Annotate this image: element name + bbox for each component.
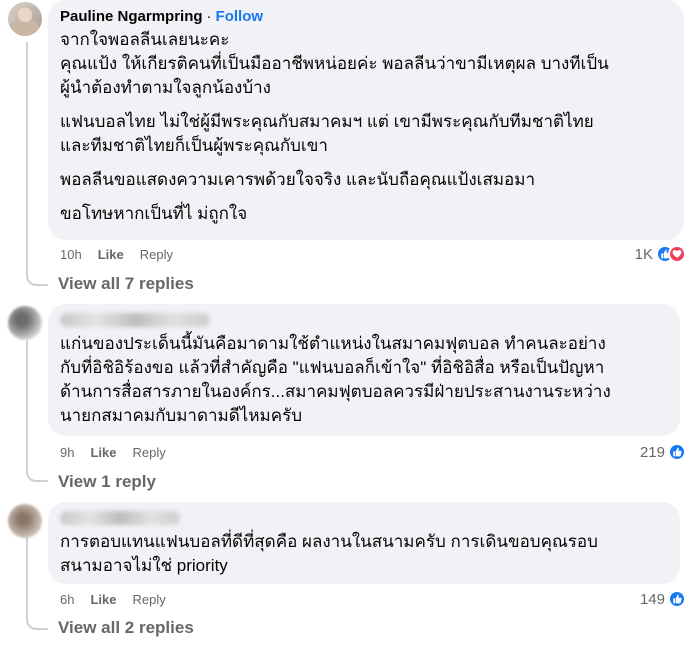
like-button[interactable]: Like bbox=[90, 592, 116, 607]
comment-paragraph: การตอบแทนแฟนบอลที่ดีที่สุดคือ ผลงานในสนา… bbox=[60, 532, 598, 575]
comment-actions: 10h Like Reply bbox=[60, 247, 173, 262]
reaction-summary[interactable]: 219 bbox=[640, 443, 686, 461]
thread-elbow bbox=[26, 272, 48, 286]
comment-paragraph: จากใจพอลลีนเลยนะคะ คุณแป้ง ให้เกียรติคนท… bbox=[60, 30, 609, 97]
author-row bbox=[60, 508, 668, 528]
thread-elbow bbox=[26, 616, 48, 630]
avatar[interactable] bbox=[8, 504, 42, 538]
timestamp[interactable]: 10h bbox=[60, 247, 82, 262]
like-button[interactable]: Like bbox=[98, 247, 124, 262]
avatar[interactable] bbox=[8, 306, 42, 340]
like-reaction-icon bbox=[668, 443, 686, 461]
reply-button[interactable]: Reply bbox=[132, 592, 165, 607]
view-replies-link[interactable]: View 1 reply bbox=[58, 472, 156, 492]
like-reaction-icon bbox=[668, 590, 686, 608]
view-replies-link[interactable]: View all 2 replies bbox=[58, 618, 194, 638]
reaction-summary[interactable]: 1K bbox=[635, 245, 686, 263]
reply-button[interactable]: Reply bbox=[132, 445, 165, 460]
comment-actions: 9h Like Reply bbox=[60, 445, 166, 460]
comment-text: แก่นของประเด็นนี้มันคือมาดามใช้ตำแหน่งใน… bbox=[60, 332, 668, 428]
reaction-count: 1K bbox=[634, 245, 653, 263]
thread-elbow bbox=[26, 468, 48, 482]
author-row: Pauline Ngarmpring · Follow bbox=[60, 6, 672, 26]
comment-text: จากใจพอลลีนเลยนะคะ คุณแป้ง ให้เกียรติคนท… bbox=[60, 28, 672, 226]
author-row bbox=[60, 310, 668, 330]
reply-button[interactable]: Reply bbox=[140, 247, 173, 262]
like-button[interactable]: Like bbox=[90, 445, 116, 460]
avatar[interactable] bbox=[8, 2, 42, 36]
view-replies-link[interactable]: View all 7 replies bbox=[58, 274, 194, 294]
comment-paragraph: แฟนบอลไทย ไม่ใช่ผู้มีพระคุณกับสมาคมฯ แต่… bbox=[60, 112, 594, 155]
comment-bubble: แก่นของประเด็นนี้มันคือมาดามใช้ตำแหน่งใน… bbox=[48, 304, 680, 436]
author-name-blurred[interactable] bbox=[60, 313, 210, 327]
comment-bubble: Pauline Ngarmpring · Follow จากใจพอลลีนเ… bbox=[48, 0, 684, 240]
comment-paragraph: แก่นของประเด็นนี้มันคือมาดามใช้ตำแหน่งใน… bbox=[60, 334, 611, 425]
timestamp[interactable]: 6h bbox=[60, 592, 74, 607]
timestamp[interactable]: 9h bbox=[60, 445, 74, 460]
reaction-count: 149 bbox=[639, 590, 665, 608]
comment-actions: 6h Like Reply bbox=[60, 592, 166, 607]
love-reaction-icon bbox=[668, 245, 686, 263]
reaction-count: 219 bbox=[639, 443, 665, 461]
author-name-blurred[interactable] bbox=[60, 511, 180, 525]
thread-line bbox=[26, 536, 28, 618]
comment-paragraph: พอลลีนขอแสดงความเคารพด้วยใจจริง และนับถื… bbox=[60, 170, 536, 189]
author-name[interactable]: Pauline Ngarmpring bbox=[60, 8, 203, 25]
reaction-summary[interactable]: 149 bbox=[640, 590, 686, 608]
comment-text: การตอบแทนแฟนบอลที่ดีที่สุดคือ ผลงานในสนา… bbox=[60, 530, 668, 578]
comment-bubble: การตอบแทนแฟนบอลที่ดีที่สุดคือ ผลงานในสนา… bbox=[48, 502, 680, 584]
thread-line bbox=[26, 340, 28, 470]
thread-line bbox=[26, 42, 28, 274]
separator: · bbox=[206, 7, 212, 25]
comment-paragraph: ขอโทษหากเป็นที่ไ ม่ถูกใจ bbox=[60, 204, 248, 223]
follow-button[interactable]: Follow bbox=[216, 8, 264, 25]
